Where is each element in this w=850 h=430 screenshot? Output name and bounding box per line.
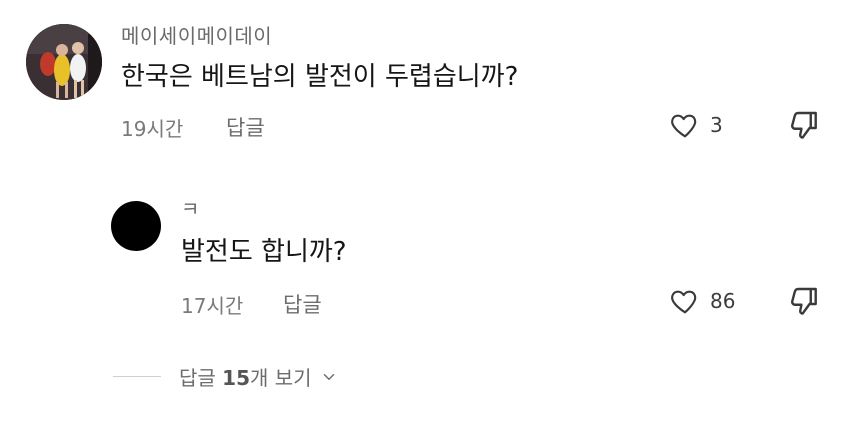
comment-username[interactable]: 메이세이메이데이 [121, 20, 272, 49]
like-button[interactable]: 3 [668, 109, 723, 141]
view-replies-suffix: 개 보기 [250, 366, 312, 390]
thumbs-down-outline-icon [791, 287, 817, 315]
thumbs-down-outline-icon [791, 111, 817, 139]
view-replies-button[interactable]: 답글 15개 보기 [113, 362, 338, 391]
heart-outline-icon [671, 114, 697, 138]
avatar-photo-image [26, 24, 102, 100]
view-replies-count: 15 [222, 366, 251, 390]
reply-button[interactable]: 답글 [226, 112, 265, 142]
view-replies-label: 답글 15개 보기 [179, 362, 312, 391]
chevron-down-icon [323, 373, 334, 380]
like-count: 3 [710, 113, 723, 137]
comment-text: 한국은 베트남의 발전이 두렵습니까? [121, 62, 519, 92]
reply-button[interactable]: 답글 [283, 289, 322, 319]
dislike-button[interactable] [786, 107, 822, 143]
reply-text: 발전도 합니까? [181, 237, 347, 267]
view-replies-prefix: 답글 [179, 366, 223, 390]
heart-outline-icon [671, 290, 697, 314]
divider [113, 376, 161, 377]
comment-timestamp: 19시간 [121, 117, 184, 141]
reply-username[interactable]: ㅋ [181, 193, 200, 222]
reply-timestamp: 17시간 [181, 294, 244, 318]
commenter-avatar[interactable] [26, 24, 102, 100]
reply-avatar[interactable] [111, 201, 161, 251]
dislike-button[interactable] [786, 283, 822, 319]
like-count: 86 [710, 289, 736, 313]
like-button[interactable]: 86 [668, 285, 735, 317]
